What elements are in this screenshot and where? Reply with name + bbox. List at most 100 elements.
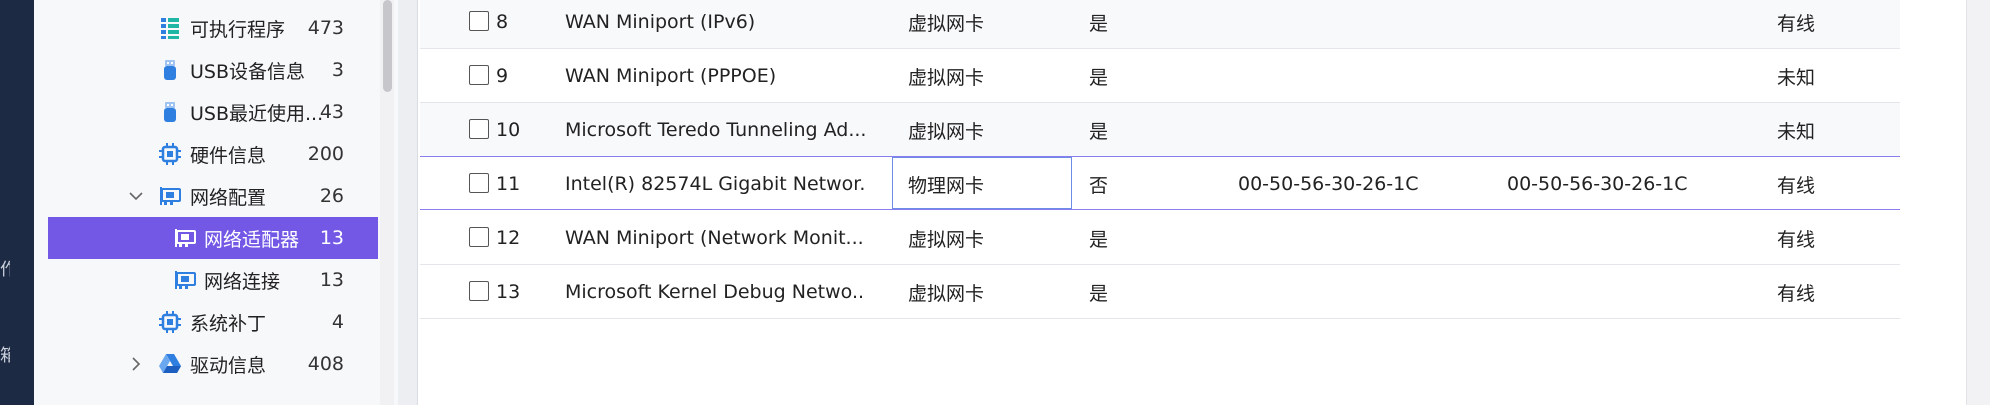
cell-connection-type: 未知 <box>1777 66 1816 89</box>
list-icon <box>158 16 182 40</box>
cell-type: 虚拟网卡 <box>908 66 985 89</box>
tree-item-hardware[interactable]: 硬件信息 200 <box>48 133 378 175</box>
cell-virtual: 是 <box>1089 66 1109 89</box>
tree-item-network-config[interactable]: 网络配置 26 <box>48 175 378 217</box>
tree-item-label: 网络配置 <box>190 186 267 209</box>
tree-item-count: 408 <box>307 353 344 375</box>
panel-splitter[interactable] <box>398 0 418 405</box>
cell-mac: 00-50-56-30-26-1C <box>1238 173 1419 195</box>
category-tree-panel: 可执行程序 473 USB设备信息 3 USB最近使用... 43 硬件信息 2… <box>34 0 398 405</box>
network-card-icon <box>173 268 197 292</box>
tree-item-network-connections[interactable]: 网络连接 13 <box>48 259 378 301</box>
usb-icon <box>158 100 182 124</box>
cell-connection-type: 有线 <box>1777 12 1816 35</box>
cell-no: 13 <box>496 281 521 303</box>
cell-current-mac <box>1507 211 1747 265</box>
tree-item-system-patches[interactable]: 系统补丁 4 <box>48 301 378 343</box>
tree-item-count: 13 <box>319 269 344 291</box>
cell-current-mac <box>1507 49 1747 103</box>
row-checkbox[interactable] <box>469 173 489 193</box>
cell-virtual: 是 <box>1089 12 1109 35</box>
cell-virtual: 是 <box>1089 282 1109 305</box>
cell-name: WAN Miniport (Network Monit... <box>565 227 864 249</box>
tree-item-usb-recent[interactable]: USB最近使用... 43 <box>48 91 378 133</box>
row-checkbox[interactable] <box>469 227 489 247</box>
cell-virtual: 否 <box>1089 174 1109 197</box>
rail-label-2[interactable]: 箱 <box>0 346 10 366</box>
tree-item-usb-devices[interactable]: USB设备信息 3 <box>48 49 378 91</box>
tree-item-count: 4 <box>331 311 344 333</box>
cell-name: WAN Miniport (IPv6) <box>565 11 756 33</box>
cell-no: 11 <box>496 173 521 195</box>
cell-mac <box>1238 211 1478 265</box>
cell-virtual: 是 <box>1089 228 1109 251</box>
cell-name: WAN Miniport (PPPOE) <box>565 65 777 87</box>
tree-item-label: 网络适配器 <box>204 228 300 251</box>
panel-divider-line <box>417 0 418 405</box>
row-checkbox[interactable] <box>469 281 489 301</box>
cell-connection-type: 有线 <box>1777 174 1816 197</box>
network-card-icon <box>173 226 197 250</box>
cell-virtual: 是 <box>1089 120 1109 143</box>
rail-label-1[interactable]: 作 <box>0 260 10 280</box>
tree-item-label: USB设备信息 <box>190 60 306 83</box>
table-row-selected[interactable]: 11 Intel(R) 82574L Gigabit Networ... 物理网… <box>420 156 1900 210</box>
usb-icon <box>158 58 182 82</box>
cell-mac <box>1238 0 1478 49</box>
tree-item-label: 可执行程序 <box>190 18 286 41</box>
cell-name: Intel(R) 82574L Gigabit Networ... <box>565 173 865 195</box>
cell-no: 12 <box>496 227 521 249</box>
cell-name: Microsoft Teredo Tunneling Ad... <box>565 119 865 141</box>
cell-current-mac <box>1507 265 1747 319</box>
cell-no: 9 <box>496 65 509 87</box>
drive-icon <box>158 352 182 376</box>
tree-item-executables[interactable]: 可执行程序 473 <box>48 7 378 49</box>
row-checkbox[interactable] <box>469 65 489 85</box>
cell-connection-type: 有线 <box>1777 228 1816 251</box>
table-row[interactable]: 9 WAN Miniport (PPPOE) 虚拟网卡 是 未知 <box>420 49 1900 103</box>
left-nav-rail: 作 箱 <box>0 0 34 405</box>
cell-type[interactable]: 物理网卡 <box>908 157 1058 211</box>
table-row[interactable]: 12 WAN Miniport (Network Monit... 虚拟网卡 是… <box>420 211 1900 265</box>
row-checkbox[interactable] <box>469 119 489 139</box>
table-row[interactable]: 13 Microsoft Kernel Debug Netwo... 虚拟网卡 … <box>420 265 1900 319</box>
cell-no: 8 <box>496 11 509 33</box>
table-row[interactable]: 10 Microsoft Teredo Tunneling Ad... 虚拟网卡… <box>420 103 1900 157</box>
cell-connection-type: 有线 <box>1777 282 1816 305</box>
table-scrollbar-track[interactable] <box>1966 0 1990 405</box>
tree-scrollbar-thumb[interactable] <box>383 0 392 92</box>
cell-current-mac <box>1507 0 1747 49</box>
row-checkbox[interactable] <box>469 11 489 31</box>
tree-item-label: USB最近使用... <box>190 102 324 125</box>
cell-current-mac <box>1507 103 1747 157</box>
tree-item-label: 网络连接 <box>204 270 281 293</box>
chip-icon <box>158 142 182 166</box>
cell-type: 虚拟网卡 <box>908 120 985 143</box>
cell-type: 虚拟网卡 <box>908 228 985 251</box>
tree-item-label: 驱动信息 <box>190 354 267 377</box>
cell-type: 虚拟网卡 <box>908 282 985 305</box>
chevron-down-icon[interactable] <box>128 188 144 204</box>
tree-item-count: 13 <box>319 227 344 249</box>
table-row[interactable]: 8 WAN Miniport (IPv6) 虚拟网卡 是 有线 <box>420 0 1900 49</box>
network-card-icon <box>158 184 182 208</box>
chip-icon <box>158 310 182 334</box>
cell-mac <box>1238 49 1478 103</box>
cell-no: 10 <box>496 119 521 141</box>
chevron-right-icon[interactable] <box>128 356 144 372</box>
tree-item-network-adapters[interactable]: 网络适配器 13 <box>48 217 378 259</box>
tree-item-label: 系统补丁 <box>190 312 267 335</box>
cell-mac <box>1238 103 1478 157</box>
cell-name: Microsoft Kernel Debug Netwo... <box>565 281 865 303</box>
cell-type: 虚拟网卡 <box>908 12 985 35</box>
cell-mac <box>1238 265 1478 319</box>
tree-item-count: 43 <box>319 101 344 123</box>
cell-current-mac: 00-50-56-30-26-1C <box>1507 173 1688 195</box>
tree-item-drivers[interactable]: 驱动信息 408 <box>48 343 378 385</box>
tree-item-count: 26 <box>319 185 344 207</box>
tree-item-count: 3 <box>331 59 344 81</box>
cell-connection-type: 未知 <box>1777 120 1816 143</box>
tree-item-count: 200 <box>307 143 344 165</box>
tree-item-label: 硬件信息 <box>190 144 267 167</box>
tree-item-count: 473 <box>307 17 344 39</box>
